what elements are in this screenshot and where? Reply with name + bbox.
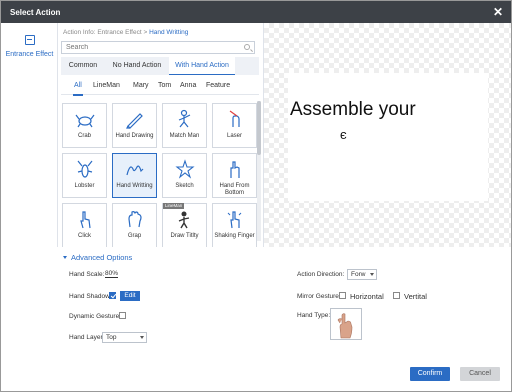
action-card-grap[interactable]: Grap (112, 203, 157, 247)
subtab-all[interactable]: All (73, 82, 83, 96)
pencil-icon (126, 113, 143, 129)
nav-item-label: Entrance Effect (5, 51, 54, 58)
action-card-draw-titlty[interactable]: LineMan Draw Titlty (162, 203, 207, 247)
horizontal-checkbox[interactable] (339, 292, 346, 299)
hand-layer-label: Hand Layer (69, 334, 103, 341)
entrance-effect-icon (24, 35, 35, 45)
advanced-options-toggle[interactable]: Advanced Options (63, 253, 132, 262)
action-direction-value: Forw (351, 271, 366, 278)
laser-icon (229, 110, 240, 127)
dialog-titlebar: Select Action ✕ (1, 1, 511, 23)
action-card-hand-drawing[interactable]: Hand Drawing (112, 103, 157, 148)
hand-layer-value: Top (106, 334, 117, 341)
left-nav: Entrance Effect (1, 23, 58, 247)
dynamic-gesture-checkbox[interactable] (119, 312, 126, 319)
action-grid-scrollbar[interactable] (257, 101, 261, 241)
cancel-button[interactable]: Cancel (460, 367, 500, 381)
click-hand-icon (80, 211, 91, 229)
tab-with-hand-action[interactable]: With Hand Action (169, 57, 235, 75)
hand-layer-select[interactable]: Top (102, 332, 147, 343)
action-label: Draw Titlty (170, 233, 199, 239)
action-card-click[interactable]: Click (62, 203, 107, 247)
hand-shadow-label: Hand Shadow (69, 293, 110, 300)
action-label: Hand From Bottom (219, 183, 250, 196)
action-label: Lobster (74, 183, 95, 189)
action-label: Grap (127, 233, 142, 239)
grab-hand-icon (128, 211, 142, 228)
action-browser: Action Info: Entrance Effect > Hand Writ… (58, 23, 263, 247)
preview-canvas (288, 73, 488, 201)
dialog-footer: Confirm Cancel (1, 357, 511, 392)
draw-figure-icon (178, 211, 190, 229)
action-card-shaking-finger[interactable]: Shaking Finger (212, 203, 257, 247)
hand-type-picker[interactable] (330, 308, 362, 340)
action-card-hand-writting[interactable]: Hand Writting (112, 153, 157, 198)
search-box (61, 41, 255, 54)
chevron-down-icon (140, 336, 144, 339)
dialog-title: Select Action (10, 8, 61, 17)
action-card-lobster[interactable]: Lobster (62, 153, 107, 198)
action-label: Click (78, 233, 91, 239)
mirror-gesture-label: Mirror Gesture (297, 293, 339, 300)
action-card-match-man[interactable]: Match Man (162, 103, 207, 148)
category-tabs: Common No Hand Action With Hand Action (61, 57, 259, 75)
select-action-dialog: Select Action ✕ Entrance Effect Action I… (0, 0, 512, 392)
preview-text: Assemble your (290, 99, 416, 120)
hand-type-label: Hand Type: (297, 312, 331, 319)
subtab-anna[interactable]: Anna (180, 82, 196, 89)
tab-no-hand-action[interactable]: No Hand Action (107, 57, 167, 75)
action-direction-select[interactable]: Forw (347, 269, 377, 280)
advanced-options-title: Advanced Options (71, 253, 133, 262)
action-label: Match Man (169, 133, 200, 139)
subtab-lineman[interactable]: LineMan (93, 82, 120, 89)
search-icon[interactable] (244, 44, 250, 50)
breadcrumb-path: Action Info: Entrance Effect > (63, 29, 148, 36)
tab-common[interactable]: Common (61, 57, 105, 75)
vertical-label: Vertital (404, 292, 427, 301)
collapse-triangle-icon (63, 256, 67, 259)
action-direction-label: Action Direction: (297, 271, 345, 278)
search-input[interactable] (62, 42, 232, 53)
hand-shadow-checkbox[interactable] (109, 292, 116, 299)
sub-tabs: All LineMan Mary Tom Anna Feature (61, 81, 259, 96)
action-card-hand-from-bottom[interactable]: Hand From Bottom (212, 153, 257, 198)
action-card-crab[interactable]: Crab (62, 103, 107, 148)
breadcrumb: Action Info: Entrance Effect > Hand Writ… (63, 29, 188, 36)
subtab-feature[interactable]: Feature (206, 82, 230, 89)
preview-area: Assemble your є (263, 23, 511, 247)
crab-icon (75, 114, 95, 128)
hand-scale-value[interactable]: 80% (105, 270, 119, 278)
hand-up-icon (230, 161, 240, 178)
close-icon[interactable]: ✕ (493, 5, 503, 19)
advanced-options: Advanced Options Hand Scale: 80% Hand Sh… (1, 247, 511, 357)
shaking-finger-icon (227, 211, 242, 229)
subtab-mary[interactable]: Mary (133, 82, 149, 89)
sketch-icon (175, 159, 195, 179)
scrollbar-thumb[interactable] (257, 101, 261, 155)
action-label: Laser (226, 133, 242, 139)
subtab-tom[interactable]: Tom (158, 82, 171, 89)
hand-image-icon (337, 313, 353, 339)
nav-item-entrance-effect[interactable]: Entrance Effect (1, 33, 58, 73)
action-label: Hand Drawing (115, 133, 154, 139)
horizontal-label: Horizontal (350, 292, 384, 301)
action-grid: Crab Hand Drawing Match Man Laser Lobste… (62, 103, 258, 247)
action-label: Crab (77, 133, 91, 139)
action-label: Hand Writting (116, 183, 153, 189)
action-card-sketch[interactable]: Sketch (162, 153, 207, 198)
hand-scale-label: Hand Scale: (69, 271, 105, 278)
handwriting-icon (126, 165, 144, 176)
vertical-checkbox[interactable] (393, 292, 400, 299)
edit-shadow-button[interactable]: Edit (120, 291, 140, 301)
action-label: Sketch (175, 183, 194, 189)
action-label: Shaking Finger (214, 233, 255, 239)
match-man-icon (178, 109, 191, 128)
lobster-icon (77, 160, 93, 178)
breadcrumb-current: Hand Writting (149, 29, 189, 36)
dynamic-gesture-label: Dynamic Gesture (69, 313, 120, 320)
preview-text-fragment: є (340, 127, 347, 142)
action-card-laser[interactable]: Laser (212, 103, 257, 148)
confirm-button[interactable]: Confirm (410, 367, 450, 381)
chevron-down-icon (370, 273, 374, 276)
